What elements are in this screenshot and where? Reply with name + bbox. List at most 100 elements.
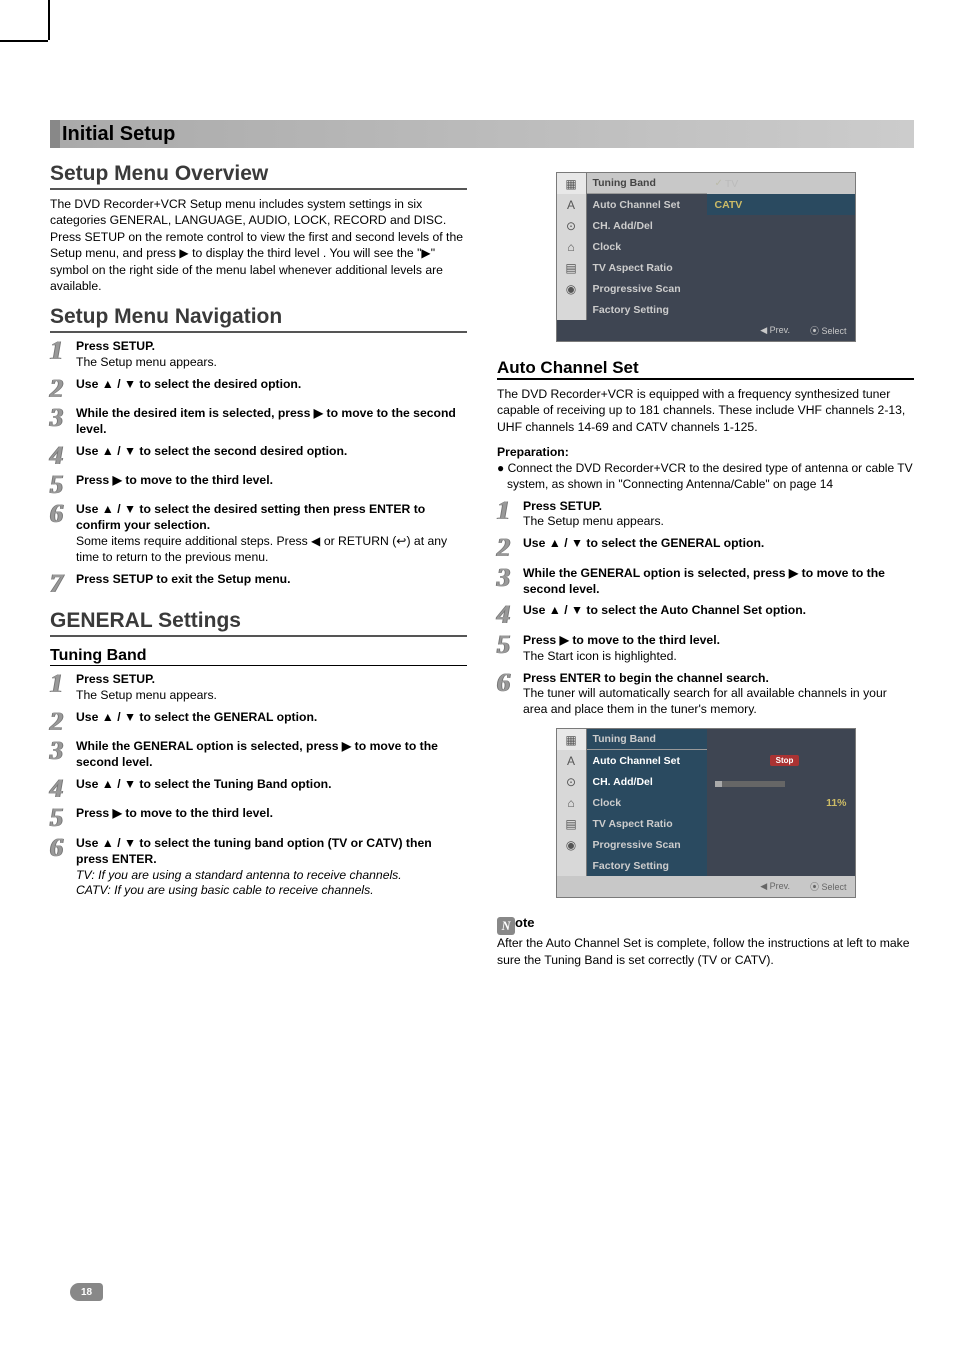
menu-category-icon: ▤: [557, 813, 587, 834]
note-block: Note After the Auto Channel Set is compl…: [497, 914, 914, 968]
menu-item-value: TV: [707, 173, 855, 194]
step-number-icon: 5: [50, 473, 72, 496]
overview-heading: Setup Menu Overview: [50, 162, 467, 190]
tuning-band-subheading: Tuning Band: [50, 647, 467, 666]
right-column: ▦ Tuning Band TV A Auto Channel Set CATV…: [497, 162, 914, 968]
note-body: After the Auto Channel Set is complete, …: [497, 936, 910, 966]
note-label: ote: [515, 915, 535, 930]
step-text: TV: If you are using a standard antenna …: [76, 868, 402, 882]
step-number-icon: 2: [497, 536, 519, 559]
menu-item-label: Tuning Band: [587, 173, 707, 194]
step-text: Press ▶ to move to the third level.: [76, 806, 273, 820]
step-number-icon: 5: [50, 806, 72, 829]
overview-body: The DVD Recorder+VCR Setup menu includes…: [50, 196, 467, 295]
step-text: While the GENERAL option is selected, pr…: [76, 739, 438, 769]
nav-steps: 1 Press SETUP. The Setup menu appears. 2…: [50, 339, 467, 595]
preparation-bullet: ● Connect the DVD Recorder+VCR to the de…: [497, 461, 914, 492]
step-text: Use ▲ / ▼ to select the Auto Channel Set…: [523, 603, 806, 617]
stop-button: Stop: [770, 755, 800, 766]
menu-category-icon: ⊙: [557, 771, 587, 792]
step-text: Use ▲ / ▼ to select the second desired o…: [76, 444, 347, 458]
menu-item-value: [707, 236, 855, 257]
menu-item-value: [707, 729, 855, 750]
step-text: Use ▲ / ▼ to select the tuning band opti…: [76, 836, 432, 866]
menu-category-icon: ◉: [557, 834, 587, 855]
step-number-icon: 1: [50, 672, 72, 704]
menu-item-label: Clock: [587, 792, 707, 813]
menu-category-icon: [557, 855, 587, 876]
step-number-icon: 6: [497, 671, 519, 719]
auto-channel-heading: Auto Channel Set: [497, 358, 914, 380]
general-heading: GENERAL Settings: [50, 609, 467, 637]
menu-category-icon: ▦: [557, 173, 587, 194]
step-text: Press ENTER to begin the channel search.: [523, 671, 769, 685]
step-text: Use ▲ / ▼ to select the GENERAL option.: [76, 710, 317, 724]
step-number-icon: 6: [50, 836, 72, 899]
note-icon: N: [497, 917, 515, 935]
step-text: The Start icon is highlighted.: [523, 649, 677, 663]
progress-bar: [715, 781, 785, 787]
step-number-icon: 3: [50, 406, 72, 438]
menu-category-icon: A: [557, 194, 587, 215]
menu-item-label: CH. Add/Del: [587, 771, 707, 792]
menu-item-label: Factory Setting: [587, 855, 707, 876]
select-hint: ⦿ Select: [810, 324, 847, 337]
progress-cell: [707, 771, 855, 792]
tuning-steps: 1 Press SETUP. The Setup menu appears. 2…: [50, 672, 467, 899]
menu-item-label: TV Aspect Ratio: [587, 257, 707, 278]
menu-item-value: [707, 855, 855, 876]
step-text: CATV: If you are using basic cable to re…: [76, 883, 374, 897]
step-number-icon: 5: [497, 633, 519, 665]
menu-category-icon: ▦: [557, 729, 587, 750]
step-number-icon: 7: [50, 572, 72, 595]
crop-mark-vertical: [48, 0, 50, 40]
step-number-icon: 4: [497, 603, 519, 626]
step-text: Press ▶ to move to the third level.: [76, 473, 273, 487]
auto-steps: 1 Press SETUP. The Setup menu appears. 2…: [497, 499, 914, 719]
menu-item-value: [707, 299, 855, 320]
step-text: Use ▲ / ▼ to select the desired setting …: [76, 502, 425, 532]
step-text: Press SETUP.: [76, 672, 155, 686]
menu-category-icon: ⊙: [557, 215, 587, 236]
step-number-icon: 6: [50, 502, 72, 565]
menu-item-label: Factory Setting: [587, 299, 707, 320]
step-number-icon: 3: [497, 566, 519, 598]
page-number: 18: [70, 1283, 103, 1301]
menu-category-icon: ⌂: [557, 792, 587, 813]
menu-category-icon: ▤: [557, 257, 587, 278]
prev-hint: ◀ Prev.: [760, 325, 790, 336]
step-text: Use ▲ / ▼ to select the GENERAL option.: [523, 536, 764, 550]
prev-hint: ◀ Prev.: [760, 881, 790, 892]
step-text: While the desired item is selected, pres…: [76, 406, 456, 436]
step-number-icon: 4: [50, 444, 72, 467]
nav-heading: Setup Menu Navigation: [50, 305, 467, 333]
auto-channel-body: The DVD Recorder+VCR is equipped with a …: [497, 386, 914, 435]
step-number-icon: 1: [497, 499, 519, 531]
chapter-title: Initial Setup: [62, 123, 175, 146]
progress-percent: 11%: [707, 792, 855, 813]
menu-item-value: [707, 215, 855, 236]
menu-item-label: Auto Channel Set: [587, 750, 707, 771]
menu-item-value: Stop: [707, 750, 855, 771]
menu-item-label: CH. Add/Del: [587, 215, 707, 236]
step-text: Some items require additional steps. Pre…: [76, 534, 447, 564]
menu-item-label: Tuning Band: [587, 729, 707, 750]
menu-item-label: Auto Channel Set: [587, 194, 707, 215]
menu-category-icon: ◉: [557, 278, 587, 299]
menu-item-label: Progressive Scan: [587, 834, 707, 855]
crop-mark-horizontal: [0, 40, 48, 42]
preparation-title: Preparation:: [497, 445, 914, 459]
step-text: Press SETUP.: [76, 339, 155, 353]
menu-item-value: [707, 813, 855, 834]
menu-screenshot-tuning-band: ▦ Tuning Band TV A Auto Channel Set CATV…: [556, 172, 856, 342]
left-column: Setup Menu Overview The DVD Recorder+VCR…: [50, 162, 467, 968]
step-number-icon: 3: [50, 739, 72, 771]
step-text: While the GENERAL option is selected, pr…: [523, 566, 885, 596]
step-text: The tuner will automatically search for …: [523, 686, 887, 716]
menu-category-icon: A: [557, 750, 587, 771]
step-text: Press SETUP.: [523, 499, 602, 513]
step-text: Use ▲ / ▼ to select the Tuning Band opti…: [76, 777, 331, 791]
step-number-icon: 2: [50, 377, 72, 400]
step-text: The Setup menu appears.: [76, 688, 217, 702]
menu-item-label: Clock: [587, 236, 707, 257]
